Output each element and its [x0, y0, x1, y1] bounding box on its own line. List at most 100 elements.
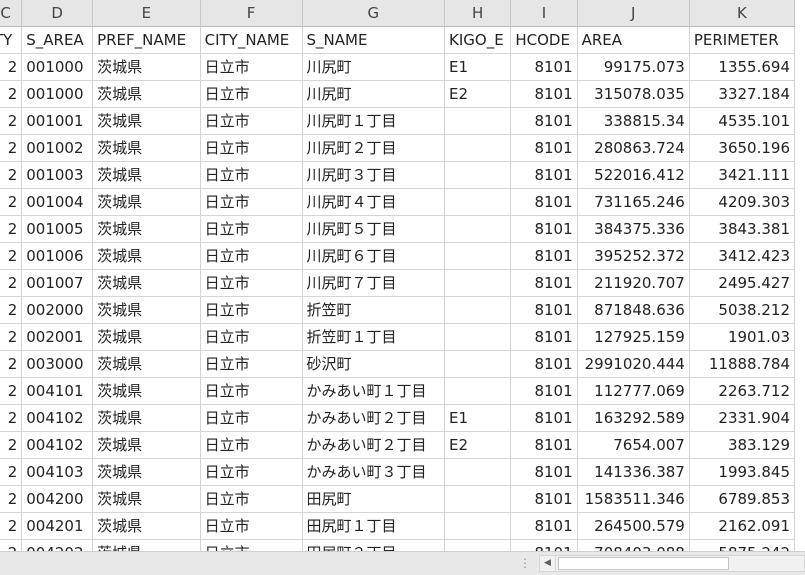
column-header[interactable]: H: [444, 0, 512, 28]
table-cell[interactable]: 004201: [21, 512, 94, 541]
table-cell[interactable]: [444, 512, 512, 541]
table-cell[interactable]: 2: [0, 377, 23, 406]
table-cell[interactable]: 折笠町１丁目: [302, 323, 446, 352]
table-cell[interactable]: 8101: [510, 269, 578, 298]
table-cell[interactable]: E2: [444, 431, 512, 460]
table-cell[interactable]: [444, 134, 512, 163]
table-cell[interactable]: 茨城県: [92, 458, 201, 487]
table-cell[interactable]: 日立市: [200, 269, 303, 298]
column-header[interactable]: C: [0, 0, 23, 28]
table-cell[interactable]: 002000: [21, 296, 94, 325]
table-cell[interactable]: 折笠町: [302, 296, 446, 325]
table-cell[interactable]: 川尻町３丁目: [302, 161, 446, 190]
column-header[interactable]: D: [21, 0, 94, 28]
table-cell[interactable]: 8101: [510, 323, 578, 352]
table-cell[interactable]: [444, 377, 512, 406]
table-cell[interactable]: [444, 350, 512, 379]
table-cell[interactable]: 茨城県: [92, 161, 201, 190]
table-cell[interactable]: 2: [0, 323, 23, 352]
table-cell[interactable]: 茨城県: [92, 107, 201, 136]
column-header[interactable]: J: [577, 0, 690, 28]
column-header[interactable]: F: [200, 0, 303, 28]
table-cell[interactable]: 8101: [510, 188, 578, 217]
table-cell[interactable]: [444, 323, 512, 352]
table-cell[interactable]: 2: [0, 242, 23, 271]
table-cell[interactable]: [444, 107, 512, 136]
table-cell[interactable]: 002001: [21, 323, 94, 352]
table-cell[interactable]: 522016.412: [577, 161, 690, 190]
table-cell[interactable]: 茨城県: [92, 431, 201, 460]
table-cell[interactable]: 茨城県: [92, 485, 201, 514]
table-cell[interactable]: 日立市: [200, 377, 303, 406]
table-cell[interactable]: 383.129: [689, 431, 796, 460]
table-cell[interactable]: 茨城県: [92, 296, 201, 325]
table-cell[interactable]: 8101: [510, 80, 578, 109]
table-cell[interactable]: 003000: [21, 350, 94, 379]
table-cell[interactable]: 川尻町７丁目: [302, 269, 446, 298]
table-cell[interactable]: 8101: [510, 53, 578, 82]
table-cell[interactable]: 8101: [510, 485, 578, 514]
table-cell[interactable]: 日立市: [200, 188, 303, 217]
table-cell[interactable]: 川尻町２丁目: [302, 134, 446, 163]
table-cell[interactable]: 001007: [21, 269, 94, 298]
table-cell[interactable]: 001005: [21, 215, 94, 244]
table-cell[interactable]: 004103: [21, 458, 94, 487]
table-cell[interactable]: 日立市: [200, 539, 303, 551]
table-cell[interactable]: [444, 269, 512, 298]
table-cell[interactable]: 99175.073: [577, 53, 690, 82]
table-cell[interactable]: 315078.035: [577, 80, 690, 109]
table-cell[interactable]: 2: [0, 188, 23, 217]
horizontal-scroll-thumb[interactable]: [558, 557, 729, 570]
field-name-cell[interactable]: S_NAME: [302, 26, 446, 55]
split-handle-icon[interactable]: ⋮: [519, 555, 531, 571]
table-cell[interactable]: 001000: [21, 80, 94, 109]
table-cell[interactable]: 日立市: [200, 242, 303, 271]
table-cell[interactable]: 日立市: [200, 215, 303, 244]
table-cell[interactable]: 川尻町５丁目: [302, 215, 446, 244]
column-header[interactable]: K: [689, 0, 796, 28]
table-cell[interactable]: [444, 242, 512, 271]
table-cell[interactable]: 茨城県: [92, 215, 201, 244]
table-cell[interactable]: かみあい町１丁目: [302, 377, 446, 406]
table-cell[interactable]: 川尻町: [302, 53, 446, 82]
table-cell[interactable]: 8101: [510, 161, 578, 190]
table-cell[interactable]: 8101: [510, 242, 578, 271]
table-cell[interactable]: 4209.303: [689, 188, 796, 217]
table-cell[interactable]: 日立市: [200, 80, 303, 109]
column-header[interactable]: I: [510, 0, 578, 28]
table-cell[interactable]: 4535.101: [689, 107, 796, 136]
table-cell[interactable]: 127925.159: [577, 323, 690, 352]
table-cell[interactable]: 川尻町４丁目: [302, 188, 446, 217]
table-cell[interactable]: 茨城県: [92, 188, 201, 217]
table-cell[interactable]: 茨城県: [92, 134, 201, 163]
table-cell[interactable]: 2: [0, 215, 23, 244]
table-cell[interactable]: 004102: [21, 431, 94, 460]
table-cell[interactable]: 3843.381: [689, 215, 796, 244]
table-cell[interactable]: 1355.694: [689, 53, 796, 82]
table-cell[interactable]: 280863.724: [577, 134, 690, 163]
table-cell[interactable]: 141336.387: [577, 458, 690, 487]
table-cell[interactable]: 日立市: [200, 161, 303, 190]
field-name-cell[interactable]: CITY_NAME: [200, 26, 303, 55]
table-cell[interactable]: 田尻町１丁目: [302, 512, 446, 541]
table-cell[interactable]: かみあい町２丁目: [302, 431, 446, 460]
table-cell[interactable]: 日立市: [200, 53, 303, 82]
table-cell[interactable]: [444, 188, 512, 217]
field-name-cell[interactable]: S_AREA: [21, 26, 94, 55]
table-cell[interactable]: 日立市: [200, 350, 303, 379]
table-cell[interactable]: 7654.007: [577, 431, 690, 460]
table-cell[interactable]: 2: [0, 431, 23, 460]
table-cell[interactable]: 8101: [510, 107, 578, 136]
table-cell[interactable]: 871848.636: [577, 296, 690, 325]
table-cell[interactable]: 001000: [21, 53, 94, 82]
table-cell[interactable]: 川尻町６丁目: [302, 242, 446, 271]
table-cell[interactable]: 2: [0, 485, 23, 514]
table-cell[interactable]: 2991020.444: [577, 350, 690, 379]
table-cell[interactable]: 8101: [510, 458, 578, 487]
table-cell[interactable]: [444, 215, 512, 244]
table-cell[interactable]: 1583511.346: [577, 485, 690, 514]
table-cell[interactable]: 川尻町１丁目: [302, 107, 446, 136]
table-cell[interactable]: 5875.242: [689, 539, 796, 551]
field-name-cell[interactable]: AREA: [577, 26, 690, 55]
table-cell[interactable]: 茨城県: [92, 53, 201, 82]
